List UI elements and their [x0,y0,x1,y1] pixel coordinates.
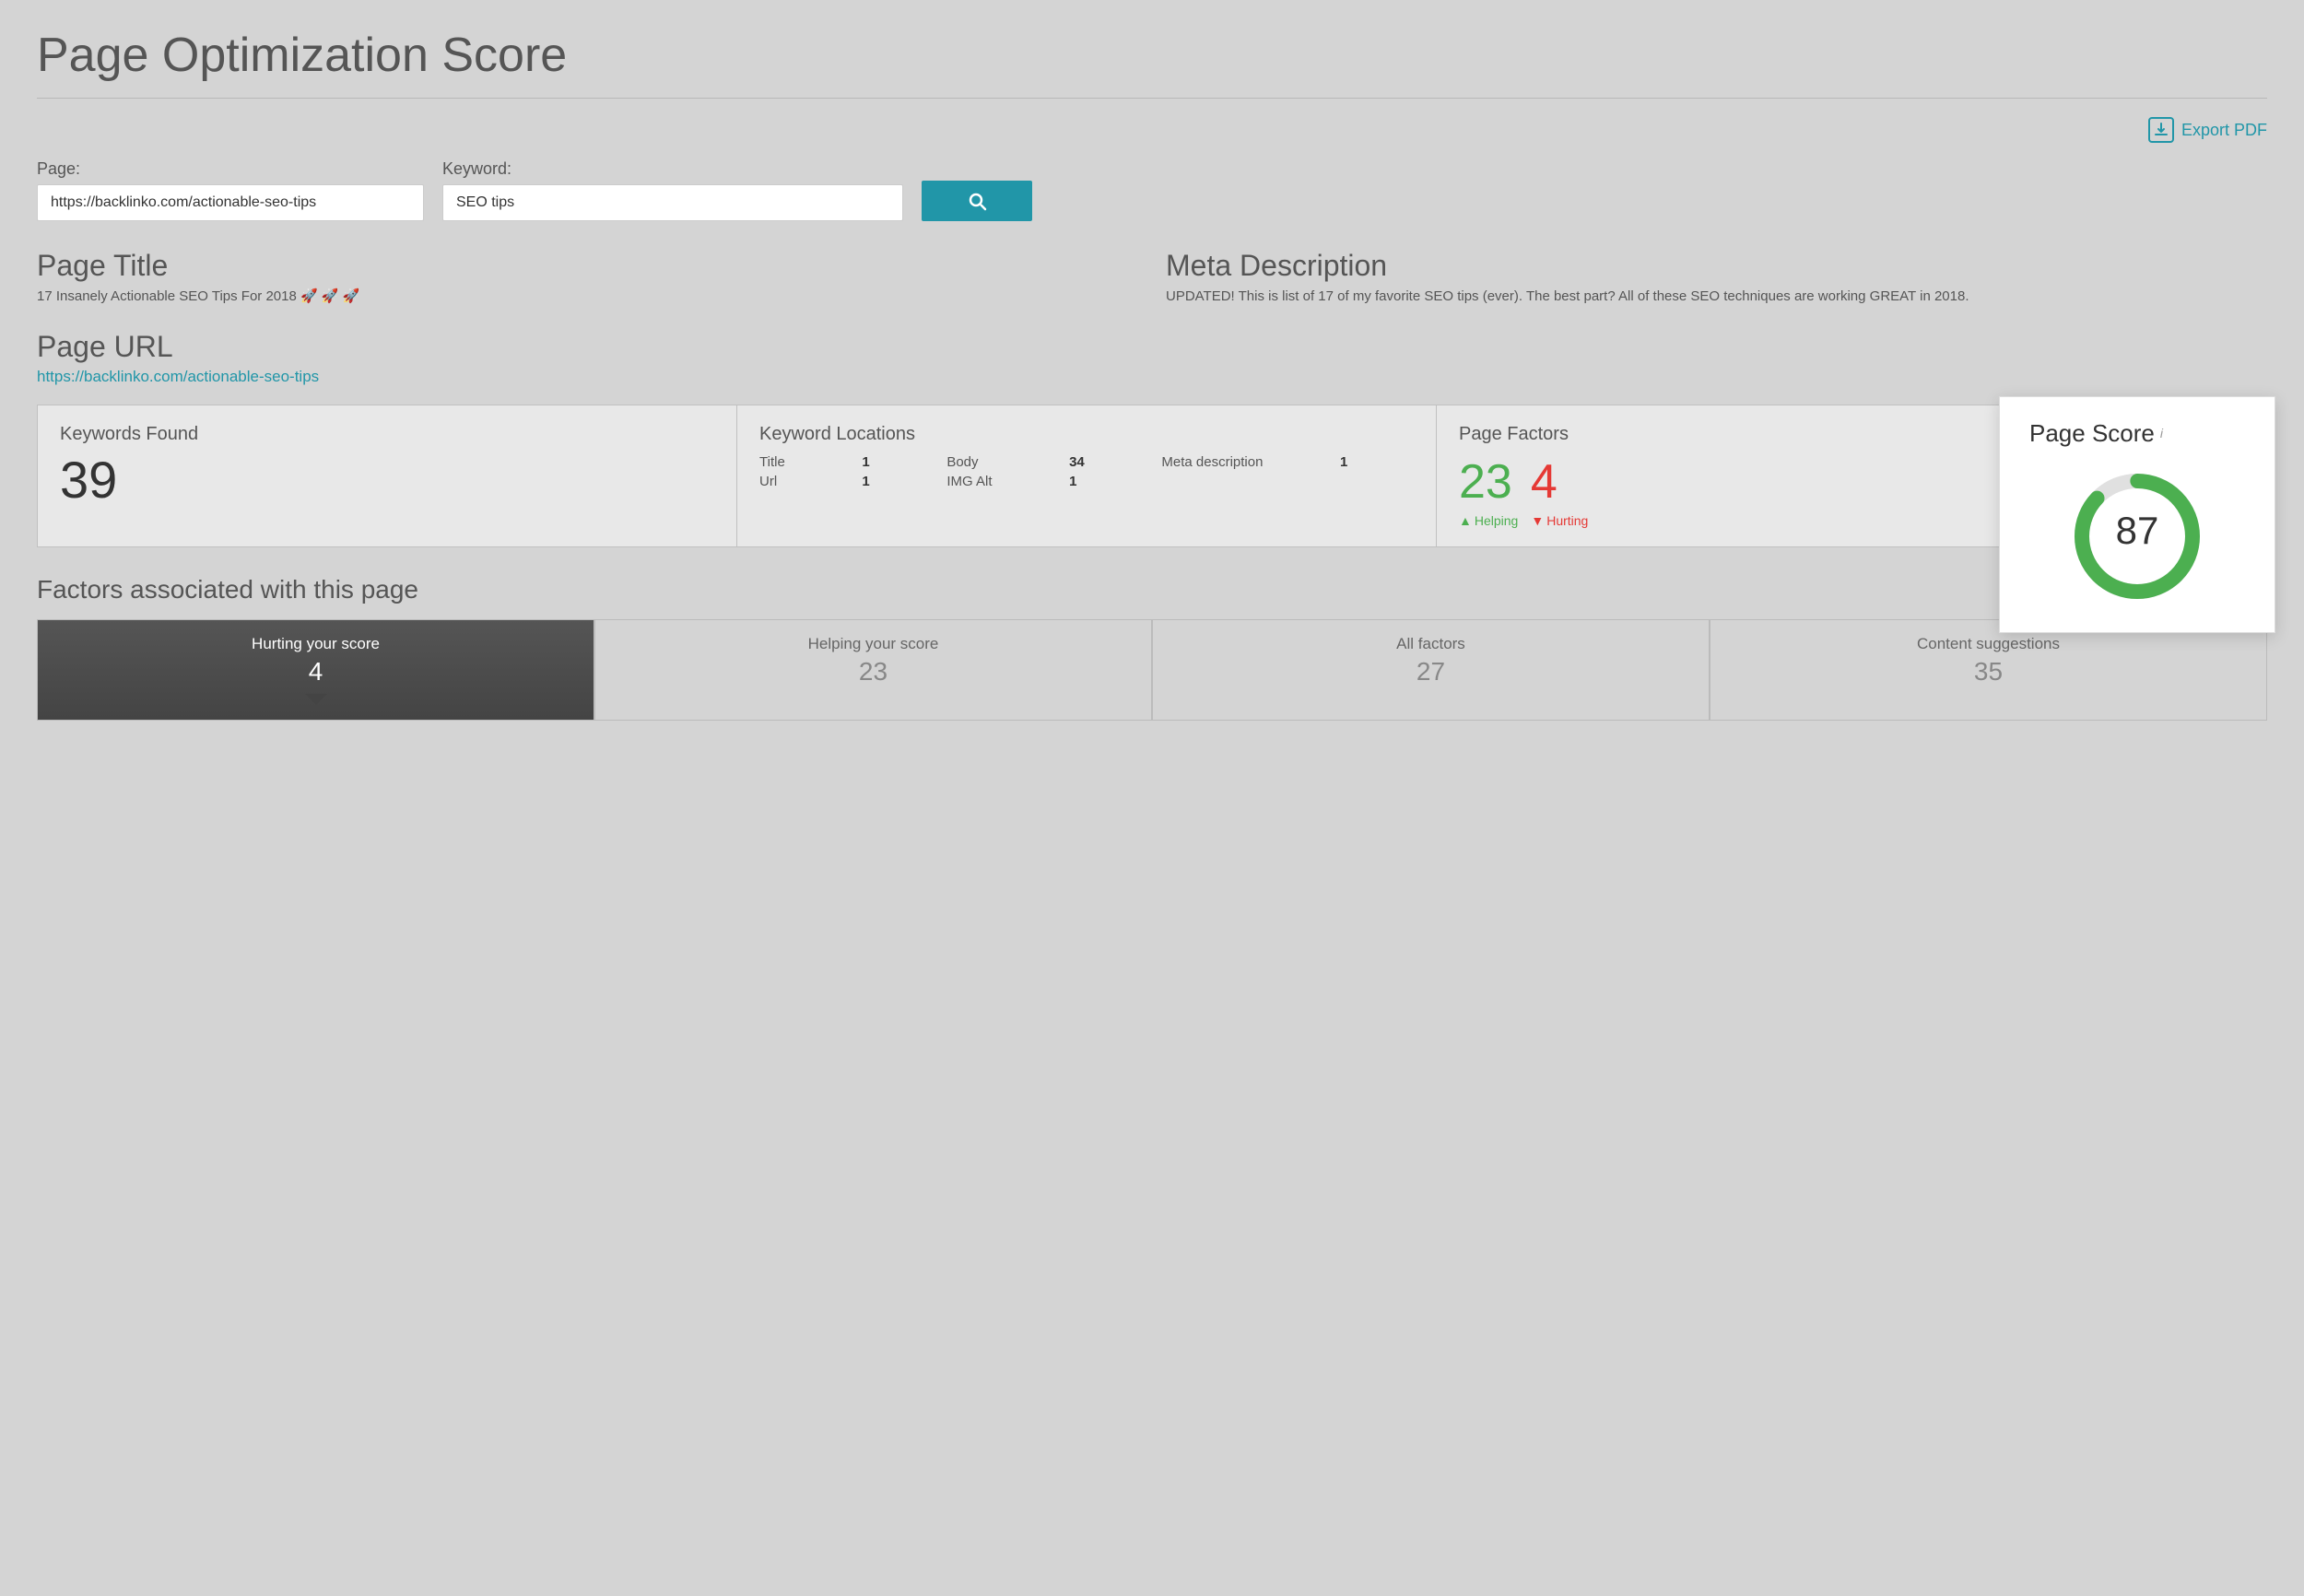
meta-description-value: UPDATED! This is list of 17 of my favori… [1166,287,2267,308]
kl-meta-count: 1 [1340,454,1414,470]
tab-hurting[interactable]: Hurting your score 4 [37,619,594,721]
hurting-count: 4 [1531,454,1558,510]
up-arrow-icon: ▲ [1459,513,1472,528]
keywords-found-value: 39 [60,454,714,506]
search-button[interactable] [922,181,1032,221]
tab-content[interactable]: Content suggestions 35 [1710,619,2267,721]
page-factors-box: Page Factors 23 4 ▲ Helping ▼ Hurting Pa… [1437,405,2266,546]
factors-section-title: Factors associated with this page [37,575,2267,604]
inputs-row: Page: Keyword: [37,159,2267,221]
keyword-locations-box: Keyword Locations Title 1 Body 34 Meta d… [737,405,1437,546]
tab-all[interactable]: All factors 27 [1152,619,1710,721]
keyword-locations-label: Keyword Locations [759,424,1414,445]
keyword-input[interactable] [442,184,903,221]
tab-content-count: 35 [1729,657,2248,687]
tabs-row: Hurting your score 4 Helping your score … [37,619,2267,721]
helping-count: 23 [1459,454,1512,510]
helping-label: ▲ Helping [1459,513,1518,528]
donut-chart: 87 [2063,463,2211,610]
kl-imgalt-count: 1 [1069,474,1150,489]
tab-helping-label: Helping your score [614,635,1133,653]
page-url-link[interactable]: https://backlinko.com/actionable-seo-tip… [37,368,319,386]
header-divider [37,98,2267,99]
kl-body-count: 34 [1069,454,1150,470]
hurting-label: ▼ Hurting [1531,513,1588,528]
export-pdf-button[interactable]: Export PDF [2148,117,2267,143]
download-icon [2148,117,2174,143]
keyword-input-group: Keyword: [442,159,903,221]
svg-text:87: 87 [2116,509,2159,552]
page-title-heading: Page Title [37,249,1138,283]
kl-imgalt-label: IMG Alt [946,474,1058,489]
tab-all-count: 27 [1171,657,1690,687]
kl-url-count: 1 [862,474,935,489]
kl-title-count: 1 [862,454,935,470]
info-icon: i [2160,426,2163,440]
tab-hurting-count: 4 [56,657,575,687]
keyword-locations-grid: Title 1 Body 34 Meta description 1 Url 1… [759,454,1414,489]
tab-helping[interactable]: Helping your score 23 [594,619,1152,721]
page-title-value: 17 Insanely Actionable SEO Tips For 2018… [37,287,1138,308]
page-score-card: Page Score i 87 [1999,396,2275,633]
kl-meta-label: Meta description [1161,454,1329,470]
page-url-section: Page URL https://backlinko.com/actionabl… [37,330,2267,386]
kl-url-label: Url [759,474,851,489]
kl-title-label: Title [759,454,851,470]
tab-hurting-label: Hurting your score [56,635,575,653]
page-url-heading: Page URL [37,330,2267,364]
page-label: Page: [37,159,424,179]
down-arrow-icon: ▼ [1531,513,1544,528]
tab-all-label: All factors [1171,635,1690,653]
kl-body-label: Body [946,454,1058,470]
page-title: Page Optimization Score [37,28,2267,83]
keywords-found-box: Keywords Found 39 [38,405,737,546]
search-icon [966,190,988,212]
meta-description-heading: Meta Description [1166,249,2267,283]
stats-row: Keywords Found 39 Keyword Locations Titl… [37,405,2267,547]
keyword-label: Keyword: [442,159,903,179]
page-score-title: Page Score i [2029,419,2245,448]
meta-row: Page Title 17 Insanely Actionable SEO Ti… [37,249,2267,308]
keywords-found-label: Keywords Found [60,424,714,445]
meta-description-section: Meta Description UPDATED! This is list o… [1166,249,2267,308]
factors-section: Factors associated with this page Hurtin… [37,575,2267,721]
tab-helping-count: 23 [614,657,1133,687]
tab-hurting-arrow [305,694,327,705]
page-title-section: Page Title 17 Insanely Actionable SEO Ti… [37,249,1138,308]
tab-content-label: Content suggestions [1729,635,2248,653]
page-input-group: Page: [37,159,424,221]
page-input[interactable] [37,184,424,221]
score-donut: 87 [2029,463,2245,610]
export-row: Export PDF [37,117,2267,143]
